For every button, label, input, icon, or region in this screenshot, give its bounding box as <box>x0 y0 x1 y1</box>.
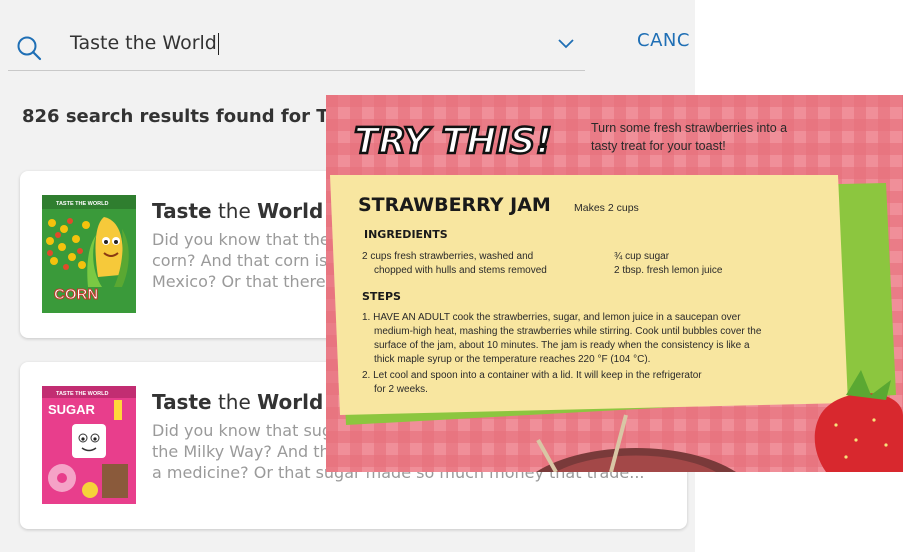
svg-text:1. HAVE AN ADULT cook the stra: 1. HAVE AN ADULT cook the strawberries, … <box>362 312 741 323</box>
book-cover-sugar[interactable]: TASTE THE WORLD SUGAR <box>42 386 136 504</box>
results-count: 826 search results found for T <box>22 106 329 127</box>
steps-heading: STEPS <box>362 290 401 303</box>
recipe-intro: tasty treat for your toast! <box>591 139 726 153</box>
search-bar[interactable]: Taste the World <box>8 20 585 71</box>
book-cover-corn[interactable]: TASTE THE WORLD CORN <box>42 195 136 313</box>
svg-text:chopped with hulls and stems r: chopped with hulls and stems removed <box>374 265 547 276</box>
svg-text:¾ cup sugar: ¾ cup sugar <box>614 251 670 262</box>
svg-text:2. Let cool and spoon into a c: 2. Let cool and spoon into a container w… <box>362 370 702 381</box>
cancel-button[interactable]: CANC <box>637 30 690 51</box>
recipe-intro: Turn some fresh strawberries into a <box>591 121 787 135</box>
svg-text:surface of the jam, about 10 m: surface of the jam, about 10 minutes. Th… <box>374 340 750 351</box>
svg-text:2 cups fresh strawberries, was: 2 cups fresh strawberries, washed and <box>362 251 533 262</box>
cover-word: SUGAR <box>48 402 96 417</box>
text-cursor <box>217 32 219 55</box>
chevron-down-icon[interactable] <box>556 36 576 50</box>
svg-text:thick maple syrup or the tempe: thick maple syrup or the temperature rea… <box>374 354 650 365</box>
svg-text:2 tbsp. fresh lemon juice: 2 tbsp. fresh lemon juice <box>614 265 723 276</box>
svg-text:medium-high heat, mashing the: medium-high heat, mashing the strawberri… <box>374 326 762 337</box>
card-title[interactable]: Taste the World <box>152 199 323 223</box>
search-icon[interactable] <box>16 35 42 61</box>
cover-series: TASTE THE WORLD <box>56 391 108 397</box>
recipe-yield: Makes 2 cups <box>574 202 639 214</box>
recipe-image: TRY THIS! Turn some fresh strawberries i… <box>326 95 903 472</box>
recipe-title: STRAWBERRY JAM <box>358 194 551 216</box>
cover-word: CORN <box>54 286 98 303</box>
search-input-value[interactable]: Taste the World <box>70 32 217 54</box>
cover-series: TASTE THE WORLD <box>56 201 108 207</box>
ingredients-heading: INGREDIENTS <box>364 228 448 241</box>
card-title[interactable]: Taste the World <box>152 390 323 414</box>
search-input[interactable]: Taste the World <box>70 32 530 60</box>
try-this-banner: TRY THIS! <box>354 121 552 162</box>
svg-text:for 2 weeks.: for 2 weeks. <box>374 384 428 395</box>
